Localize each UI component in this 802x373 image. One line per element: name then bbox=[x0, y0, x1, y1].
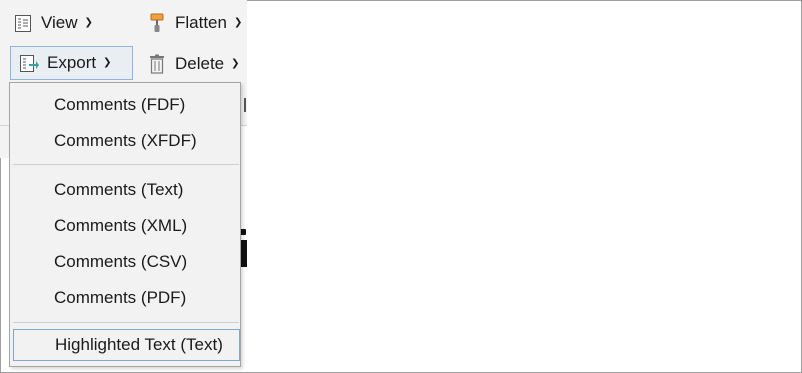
export-document-icon bbox=[19, 53, 39, 73]
menu-item-comments-text[interactable]: Comments (Text) bbox=[14, 174, 239, 206]
chevron-down-icon: ❯ bbox=[233, 17, 243, 28]
export-button[interactable]: Export ❯ bbox=[10, 46, 133, 80]
export-label: Export bbox=[47, 53, 97, 72]
chevron-down-icon: ❯ bbox=[231, 58, 240, 69]
menu-item-label: Highlighted Text (Text) bbox=[55, 335, 223, 354]
export-dropdown-menu: Comments (FDF) Comments (XFDF) Comments … bbox=[9, 82, 241, 367]
flatten-label: Flatten bbox=[175, 13, 227, 32]
paint-roller-icon bbox=[147, 13, 167, 33]
chevron-down-icon: ❯ bbox=[84, 17, 93, 28]
menu-item-label: Comments (XML) bbox=[54, 216, 188, 235]
flatten-button[interactable]: Flatten ❯ bbox=[146, 6, 247, 40]
view-button[interactable]: View ❯ bbox=[12, 6, 112, 40]
chevron-down-icon: ❯ bbox=[103, 57, 112, 68]
delete-button[interactable]: Delete ❯ bbox=[146, 47, 247, 81]
menu-item-label: Comments (Text) bbox=[54, 180, 184, 199]
menu-item-comments-xml[interactable]: Comments (XML) bbox=[14, 210, 239, 242]
menu-item-label: Comments (PDF) bbox=[54, 288, 187, 307]
view-document-icon bbox=[13, 13, 33, 33]
menu-item-comments-pdf[interactable]: Comments (PDF) bbox=[14, 282, 239, 314]
panel-edge bbox=[0, 126, 9, 158]
menu-item-comments-xfdf[interactable]: Comments (XFDF) bbox=[14, 125, 239, 157]
menu-item-label: Comments (CSV) bbox=[54, 252, 188, 271]
menu-separator bbox=[13, 164, 239, 165]
menu-separator bbox=[13, 322, 239, 323]
delete-label: Delete bbox=[175, 54, 225, 73]
menu-item-label: Comments (FDF) bbox=[54, 95, 186, 114]
trash-icon bbox=[147, 54, 167, 74]
document-glyph-stem bbox=[240, 240, 247, 267]
menu-item-highlighted-text[interactable]: Highlighted Text (Text) bbox=[13, 329, 240, 361]
menu-item-label: Comments (XFDF) bbox=[54, 131, 197, 150]
menu-item-comments-csv[interactable]: Comments (CSV) bbox=[14, 246, 239, 278]
partial-control-edge bbox=[244, 98, 246, 112]
view-label: View bbox=[41, 13, 78, 32]
menu-item-comments-fdf[interactable]: Comments (FDF) bbox=[14, 89, 239, 121]
